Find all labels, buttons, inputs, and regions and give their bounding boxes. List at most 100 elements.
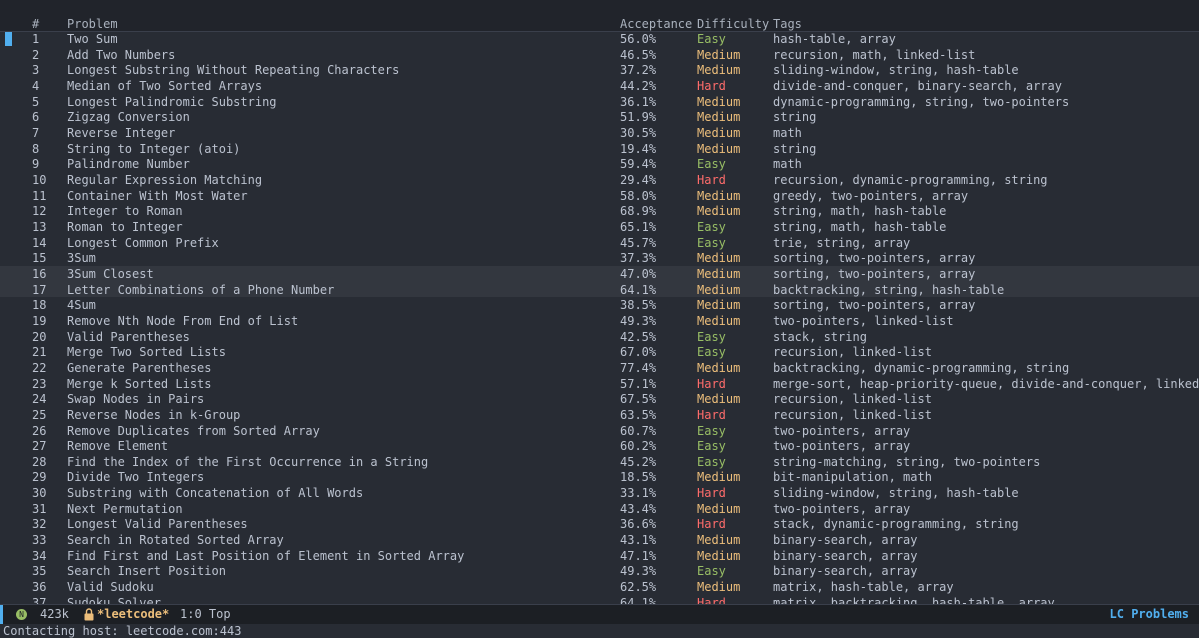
difficulty-label: Easy [697,564,726,579]
problem-title[interactable]: Letter Combinations of a Phone Number [67,283,615,297]
buffer-name[interactable]: *leetcode* [97,605,169,624]
problem-title[interactable]: Remove Nth Node From End of List [67,314,615,328]
major-mode[interactable]: LC Problems [1110,605,1189,624]
column-header-problem[interactable]: Problem [67,17,615,31]
table-row[interactable]: 2 Add Two Numbers 46.5% Medium recursion, ma… [0,47,1199,63]
table-row[interactable]: 7 Reverse Integer 30.5% Medium math [0,125,1199,141]
table-row[interactable]: 29 Divide Two Integers 18.5% Medium bit-mani… [0,469,1199,485]
table-row[interactable]: 23 Merge k Sorted Lists 57.1% Hard merge-sor… [0,376,1199,392]
table-row[interactable]: 22 Generate Parentheses 77.4% Medium backtra… [0,360,1199,376]
table-row[interactable]: 20 Valid Parentheses 42.5% Easy stack, strin… [0,329,1199,345]
acceptance-rate: 19.4% [620,141,657,156]
problem-tags: math [773,125,802,140]
table-row[interactable]: 6 Zigzag Conversion 51.9% Medium string [0,109,1199,125]
problem-title[interactable]: Longest Palindromic Substring [67,95,615,109]
difficulty-label: Easy [697,235,726,250]
table-row[interactable]: 25 Reverse Nodes in k-Group 63.5% Hard recur… [0,407,1199,423]
table-row[interactable]: 17 Letter Combinations of a Phone Number 6… [0,281,1199,298]
table-row[interactable]: 31 Next Permutation 43.4% Medium two-pointer… [0,501,1199,517]
table-row[interactable]: 13 Roman to Integer 65.1% Easy string, math,… [0,219,1199,235]
problem-title[interactable]: Longest Valid Parentheses [67,517,615,531]
problem-title[interactable]: Sudoku Solver [67,596,615,604]
problem-title[interactable]: Longest Substring Without Repeating Char… [67,63,615,77]
problem-title[interactable]: Merge Two Sorted Lists [67,345,615,359]
table-row[interactable]: 35 Search Insert Position 49.3% Easy binary-… [0,563,1199,579]
problem-title[interactable]: 4Sum [67,298,615,312]
table-row[interactable]: 33 Search in Rotated Sorted Array 43.1% Med… [0,532,1199,548]
problem-title[interactable]: Search in Rotated Sorted Array [67,533,615,547]
problem-title[interactable]: Find the Index of the First Occurrence i… [67,455,615,469]
table-row[interactable]: 26 Remove Duplicates from Sorted Array 60.… [0,423,1199,439]
problem-title[interactable]: Reverse Nodes in k-Group [67,408,615,422]
problem-title[interactable]: Add Two Numbers [67,48,615,62]
column-header-difficulty[interactable]: Difficulty [697,17,769,31]
problem-title[interactable]: Median of Two Sorted Arrays [67,79,615,93]
table-row[interactable]: 12 Integer to Roman 68.9% Medium string, mat… [0,203,1199,219]
problem-title[interactable]: Reverse Integer [67,126,615,140]
problem-title[interactable]: Find First and Last Position of Element … [67,549,615,563]
problem-title[interactable]: Roman to Integer [67,220,615,234]
problem-title[interactable]: 3Sum [67,251,615,265]
table-row[interactable]: 32 Longest Valid Parentheses 36.6% Hard stac… [0,516,1199,532]
difficulty-label: Medium [697,470,741,485]
problem-tags: string, math, hash-table [773,204,947,219]
table-row[interactable]: 37 Sudoku Solver 64.1% Hard matrix, backtrac… [0,595,1199,604]
problem-title[interactable]: Search Insert Position [67,564,615,578]
problem-title[interactable]: Swap Nodes in Pairs [67,392,615,406]
table-row[interactable]: 27 Remove Element 60.2% Easy two-pointers, a… [0,438,1199,454]
problem-tags: recursion, linked-list [773,407,932,422]
column-header-number[interactable]: # [32,17,60,31]
problem-tags: trie, string, array [773,235,911,250]
problem-title[interactable]: Merge k Sorted Lists [67,377,615,391]
problem-title[interactable]: Next Permutation [67,502,615,516]
problem-title[interactable]: Generate Parentheses [67,361,615,375]
acceptance-rate: 63.5% [620,407,657,422]
table-row[interactable]: 8 String to Integer (atoi) 19.4% Medium stri… [0,141,1199,157]
problem-tags: sliding-window, string, hash-table [773,63,1019,78]
table-header: # Problem Acceptance Difficulty Tags [0,0,1199,32]
problem-title[interactable]: Regular Expression Matching [67,173,615,187]
problem-title[interactable]: Valid Sudoku [67,580,615,594]
problem-title[interactable]: Zigzag Conversion [67,110,615,124]
problem-tags: sorting, two-pointers, array [773,266,976,281]
table-row[interactable]: 30 Substring with Concatenation of All Wo… [0,485,1199,501]
column-header-tags[interactable]: Tags [773,17,1199,31]
table-row[interactable]: 28 Find the Index of the First Occurrence… [0,454,1199,470]
problem-title[interactable]: Integer to Roman [67,204,615,218]
table-row[interactable]: 34 Find First and Last Position of Elemen… [0,548,1199,564]
acceptance-rate: 43.4% [620,501,657,516]
problem-title[interactable]: Palindrome Number [67,157,615,171]
table-row[interactable]: 5 Longest Palindromic Substring 36.1% Mediu… [0,94,1199,110]
problem-title[interactable]: Remove Duplicates from Sorted Array [67,424,615,438]
table-row[interactable]: 16 3Sum Closest 47.0% Medium sorting, two-po… [0,265,1199,282]
difficulty-label: Hard [697,376,726,391]
table-row[interactable]: 19 Remove Nth Node From End of List 49.3% M… [0,313,1199,329]
problem-tags: merge-sort, heap-priority-queue, divide-… [773,376,1199,391]
problem-title[interactable]: Valid Parentheses [67,330,615,344]
table-row[interactable]: 11 Container With Most Water 58.0% Medium gr… [0,188,1199,204]
table-row[interactable]: 36 Valid Sudoku 62.5% Medium matrix, hash-ta… [0,579,1199,595]
problem-tags: stack, dynamic-programming, string [773,517,1019,532]
problem-title[interactable]: 3Sum Closest [67,267,615,281]
table-row[interactable]: 14 Longest Common Prefix 45.7% Easy trie, st… [0,235,1199,251]
problem-title[interactable]: String to Integer (atoi) [67,142,615,156]
table-row[interactable]: 15 3Sum 37.3% Medium sorting, two-pointers, … [0,250,1199,266]
problem-title[interactable]: Longest Common Prefix [67,236,615,250]
acceptance-rate: 37.2% [620,63,657,78]
table-row[interactable]: 21 Merge Two Sorted Lists 67.0% Easy recursi… [0,344,1199,360]
table-row[interactable]: 10 Regular Expression Matching 29.4% Hard re… [0,172,1199,188]
table-row[interactable]: 24 Swap Nodes in Pairs 67.5% Medium recursio… [0,391,1199,407]
problem-title[interactable]: Remove Element [67,439,615,453]
table-row[interactable]: 1 Two Sum 56.0% Easy hash-table, array [0,31,1199,47]
table-row[interactable]: 3 Longest Substring Without Repeating Cha… [0,62,1199,78]
problem-title[interactable]: Divide Two Integers [67,470,615,484]
problem-tags: sorting, two-pointers, array [773,298,976,313]
problem-title[interactable]: Two Sum [67,32,615,46]
column-header-acceptance[interactable]: Acceptance [620,17,692,31]
problem-number: 32 [32,517,47,532]
problem-title[interactable]: Substring with Concatenation of All Word… [67,486,615,500]
table-row[interactable]: 18 4Sum 38.5% Medium sorting, two-pointers, … [0,297,1199,313]
table-row[interactable]: 4 Median of Two Sorted Arrays 44.2% Hard div… [0,78,1199,94]
problem-title[interactable]: Container With Most Water [67,189,615,203]
table-row[interactable]: 9 Palindrome Number 59.4% Easy math [0,156,1199,172]
